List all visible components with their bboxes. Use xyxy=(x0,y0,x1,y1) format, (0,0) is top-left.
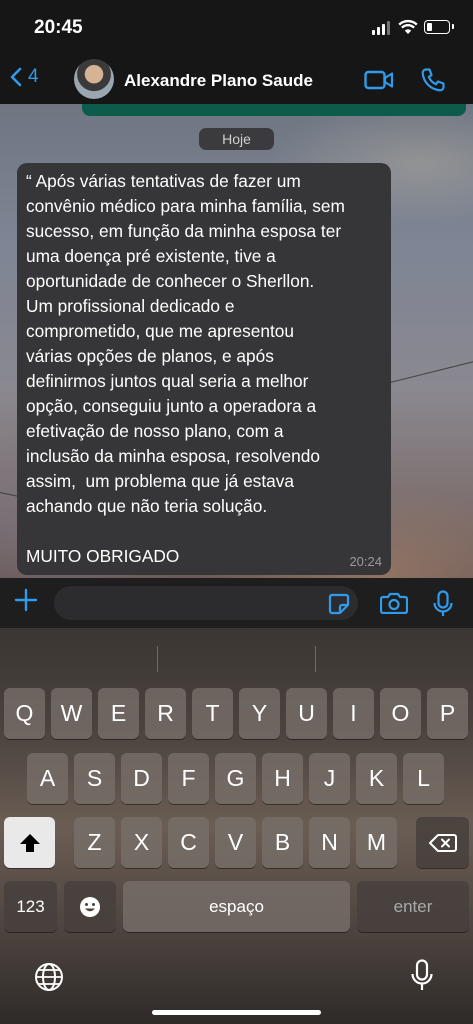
microphone-icon[interactable] xyxy=(432,590,454,618)
enter-key[interactable]: enter xyxy=(357,881,469,932)
phone-icon[interactable] xyxy=(420,67,446,93)
message-input[interactable] xyxy=(54,586,358,620)
contact-avatar[interactable] xyxy=(74,59,114,99)
key-z[interactable]: Z xyxy=(74,817,115,868)
key-x[interactable]: X xyxy=(121,817,162,868)
key-j[interactable]: J xyxy=(309,753,350,804)
key-h[interactable]: H xyxy=(262,753,303,804)
key-m[interactable]: M xyxy=(356,817,397,868)
suggestion-divider xyxy=(315,646,316,672)
date-divider: Hoje xyxy=(199,128,274,150)
key-o[interactable]: O xyxy=(380,688,421,739)
key-r[interactable]: R xyxy=(145,688,186,739)
message-timestamp: 20:24 xyxy=(349,554,382,569)
key-b[interactable]: B xyxy=(262,817,303,868)
dictation-microphone-icon[interactable] xyxy=(410,959,434,993)
key-s[interactable]: S xyxy=(74,753,115,804)
message-bubble[interactable]: “ Após várias tentativas de fazer um con… xyxy=(17,163,391,575)
key-t[interactable]: T xyxy=(192,688,233,739)
unread-count: 4 xyxy=(28,66,39,87)
key-e[interactable]: E xyxy=(98,688,139,739)
plus-icon[interactable] xyxy=(14,588,38,612)
emoji-key[interactable] xyxy=(64,881,116,932)
numbers-key[interactable]: 123 xyxy=(4,881,57,932)
status-bar: 20:45 xyxy=(0,0,473,56)
key-q[interactable]: Q xyxy=(4,688,45,739)
video-call-icon[interactable] xyxy=(364,70,394,90)
key-f[interactable]: F xyxy=(168,753,209,804)
back-button[interactable]: 4 xyxy=(10,66,39,88)
globe-icon[interactable] xyxy=(34,962,64,992)
key-y[interactable]: Y xyxy=(239,688,280,739)
shift-key[interactable] xyxy=(4,817,55,868)
space-key[interactable]: espaço xyxy=(123,881,350,932)
battery-icon xyxy=(424,20,454,34)
shift-icon xyxy=(19,833,40,852)
key-g[interactable]: G xyxy=(215,753,256,804)
emoji-icon xyxy=(80,896,100,917)
message-input-bar xyxy=(0,578,473,628)
key-l[interactable]: L xyxy=(403,753,444,804)
backspace-icon xyxy=(428,833,457,852)
cellular-signal-icon xyxy=(372,21,392,35)
key-w[interactable]: W xyxy=(51,688,92,739)
chat-area[interactable]: Hoje “ Após várias tentativas de fazer u… xyxy=(0,104,473,578)
key-d[interactable]: D xyxy=(121,753,162,804)
chevron-left-icon xyxy=(10,67,22,87)
previous-message-bubble[interactable] xyxy=(82,104,466,116)
wifi-icon xyxy=(398,19,418,34)
key-c[interactable]: C xyxy=(168,817,209,868)
home-indicator xyxy=(152,1010,321,1015)
key-a[interactable]: A xyxy=(27,753,68,804)
key-n[interactable]: N xyxy=(309,817,350,868)
message-text: “ Após várias tentativas de fazer um con… xyxy=(26,171,345,566)
suggestion-divider xyxy=(157,646,158,672)
key-p[interactable]: P xyxy=(427,688,468,739)
key-i[interactable]: I xyxy=(333,688,374,739)
chat-header: 4 Alexandre Plano Saude xyxy=(0,56,473,104)
camera-icon[interactable] xyxy=(380,592,408,614)
key-u[interactable]: U xyxy=(286,688,327,739)
keyboard: QWERTYUIOP ASDFGHJKL ZXCVBNM 123 espaço en… xyxy=(0,628,473,1024)
key-v[interactable]: V xyxy=(215,817,256,868)
key-k[interactable]: K xyxy=(356,753,397,804)
delete-key[interactable] xyxy=(416,817,469,868)
contact-name[interactable]: Alexandre Plano Saude xyxy=(124,71,313,91)
wallpaper-wire xyxy=(389,357,473,383)
sticker-icon[interactable] xyxy=(328,593,350,615)
status-time: 20:45 xyxy=(34,17,83,38)
